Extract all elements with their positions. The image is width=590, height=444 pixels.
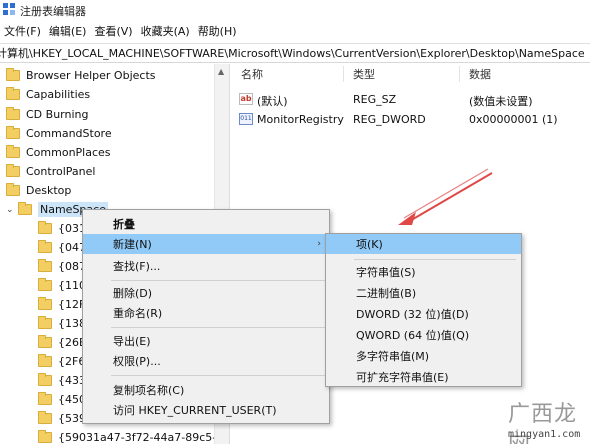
menu-find[interactable]: 查找(F)... (83, 256, 329, 276)
title-bar: 注册表编辑器 (0, 0, 590, 20)
menu-separator (111, 280, 325, 281)
folder-icon (6, 87, 20, 100)
menu-separator (111, 375, 325, 376)
value-type: REG_DWORD (353, 113, 426, 126)
string-value-icon: ab (239, 93, 253, 105)
value-data: (数值未设置) (469, 95, 533, 108)
folder-icon (38, 373, 52, 386)
menu-new-qword-value[interactable]: QWORD (64 位)值(Q) (326, 325, 521, 345)
folder-icon (38, 392, 52, 405)
menu-new[interactable]: 新建(N) › (83, 234, 329, 254)
menu-bar: 文件(F) 编辑(E) 查看(V) 收藏夹(A) 帮助(H) (0, 22, 590, 40)
column-header-type[interactable]: 类型 (353, 64, 463, 84)
folder-icon (6, 126, 20, 139)
column-divider[interactable] (459, 66, 460, 82)
value-type: REG_SZ (353, 93, 397, 106)
tree-item[interactable]: CD Burning (6, 105, 88, 124)
watermark-url: mingyan1.com (508, 429, 581, 440)
menu-separator (354, 259, 516, 260)
value-data: 0x00000001 (1) (469, 113, 558, 126)
menu-file[interactable]: 文件(F) (0, 23, 45, 39)
folder-icon (38, 316, 52, 329)
menu-view[interactable]: 查看(V) (90, 23, 136, 39)
chevron-right-icon: › (317, 239, 321, 249)
menu-copy-key-name[interactable]: 复制项名称(C) (83, 380, 329, 400)
column-header-name[interactable]: 名称 (241, 64, 351, 84)
menu-go-to-hkcu[interactable]: 访问 HKEY_CURRENT_USER(T) (83, 400, 329, 420)
context-menu: 折叠 新建(N) › 查找(F)... 删除(D) 重命名(R) 导出(E) 权… (82, 209, 330, 424)
folder-icon (38, 297, 52, 310)
column-header-data[interactable]: 数据 (469, 64, 579, 84)
folder-icon (6, 164, 20, 177)
folder-icon (6, 68, 20, 81)
folder-icon (38, 240, 52, 253)
menu-edit[interactable]: 编辑(E) (45, 23, 91, 39)
menu-favorites[interactable]: 收藏夹(A) (137, 23, 194, 39)
folder-icon (38, 411, 52, 424)
tree-item[interactable]: CommandStore (6, 124, 112, 143)
menu-export[interactable]: 导出(E) (83, 331, 329, 351)
menu-new-key[interactable]: 项(K) (326, 234, 521, 254)
menu-delete[interactable]: 删除(D) (83, 283, 329, 303)
folder-icon (38, 259, 52, 272)
window-title: 注册表编辑器 (20, 5, 86, 18)
folder-icon (38, 278, 52, 291)
folder-icon (38, 221, 52, 234)
binary-value-icon: 011 (239, 113, 253, 125)
menu-rename[interactable]: 重命名(R) (83, 303, 329, 323)
new-submenu: 项(K) 字符串值(S) 二进制值(B) DWORD (32 位)值(D) QW… (325, 233, 522, 387)
folder-icon (18, 202, 32, 215)
menu-new-dword-value[interactable]: DWORD (32 位)值(D) (326, 304, 521, 324)
menu-new-label: 新建(N) (113, 238, 152, 251)
scroll-up-icon[interactable]: ▲ (218, 67, 224, 76)
folder-icon (38, 335, 52, 348)
tree-item[interactable]: Capabilities (6, 85, 90, 104)
menu-separator (111, 327, 325, 328)
address-bar[interactable]: 计算机\HKEY_LOCAL_MACHINE\SOFTWARE\Microsof… (0, 43, 590, 63)
menu-permissions[interactable]: 权限(P)... (83, 351, 329, 371)
tree-item[interactable]: Desktop (6, 181, 71, 200)
address-path[interactable]: 计算机\HKEY_LOCAL_MACHINE\SOFTWARE\Microsof… (0, 45, 585, 61)
folder-icon (6, 145, 20, 158)
folder-icon (38, 430, 52, 443)
tree-item[interactable]: {59031a47-3f72-44a7-89c5-5 (38, 428, 223, 444)
folder-icon (6, 107, 20, 120)
menu-new-multi-string-value[interactable]: 多字符串值(M) (326, 346, 521, 366)
folder-icon (38, 354, 52, 367)
menu-collapse[interactable]: 折叠 (83, 214, 329, 234)
menu-new-string-value[interactable]: 字符串值(S) (326, 262, 521, 282)
registry-editor-icon (3, 3, 15, 15)
menu-new-expandable-string-value[interactable]: 可扩充字符串值(E) (326, 367, 521, 387)
menu-help[interactable]: 帮助(H) (194, 23, 241, 39)
value-name[interactable]: MonitorRegistry (257, 113, 344, 126)
menu-new-binary-value[interactable]: 二进制值(B) (326, 283, 521, 303)
tree-item[interactable]: ControlPanel (6, 162, 95, 181)
chevron-down-icon[interactable]: ⌄ (6, 205, 16, 215)
watermark: 广西龙网 mingyan1.com (500, 396, 590, 444)
tree-item[interactable]: Browser Helper Objects (6, 66, 156, 85)
tree-item[interactable]: CommonPlaces (6, 143, 111, 162)
value-name[interactable]: (默认) (257, 93, 288, 109)
folder-icon (6, 183, 20, 196)
column-divider[interactable] (343, 66, 344, 82)
